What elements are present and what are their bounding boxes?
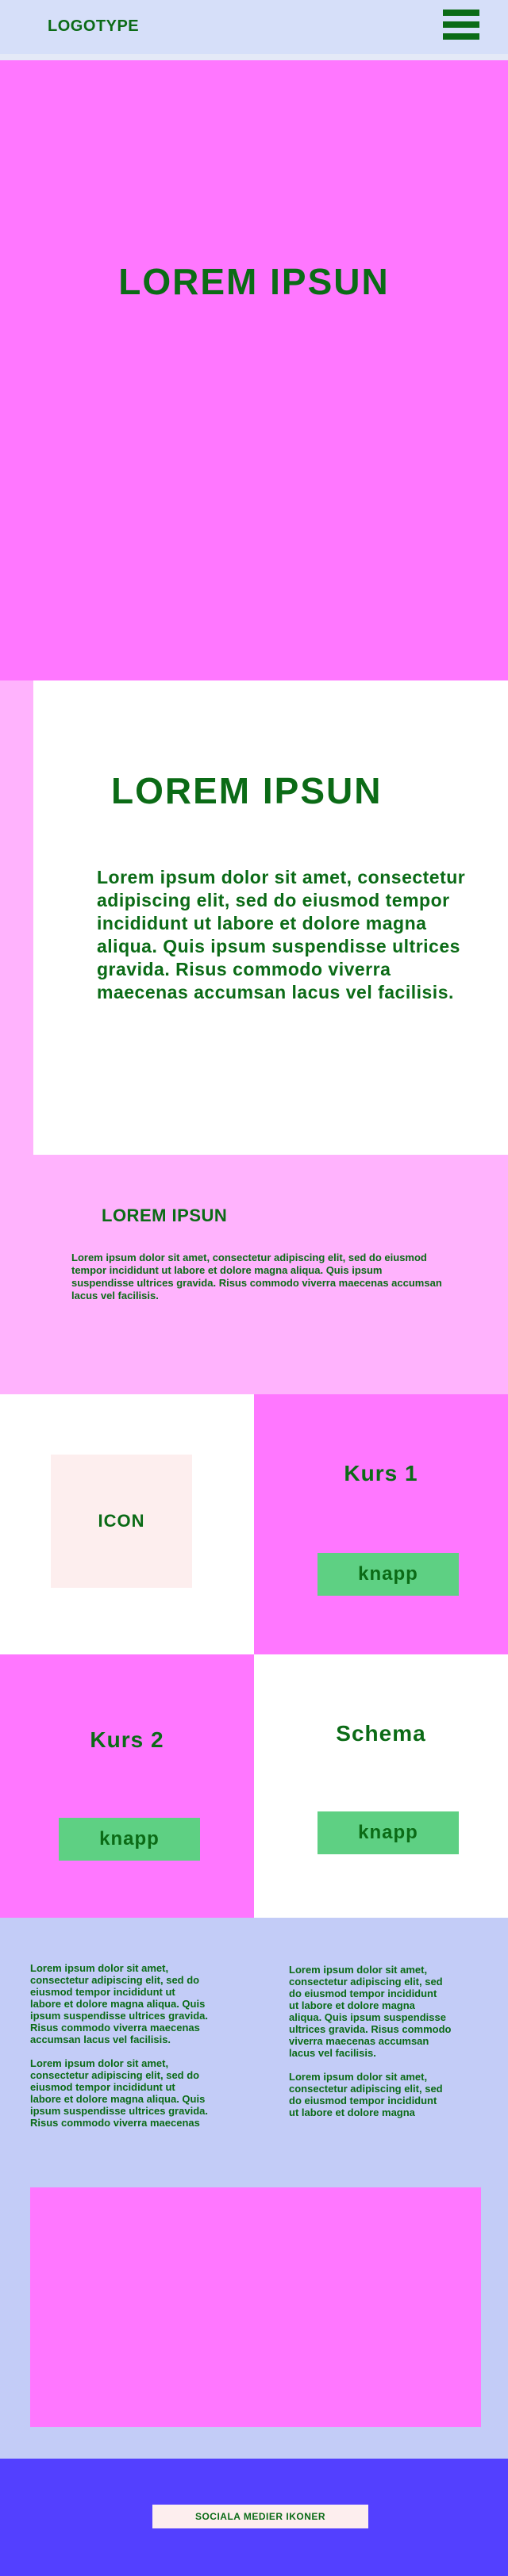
social-media-label: SOCIALA MEDIER IKONER (194, 2511, 326, 2522)
hero-banner (0, 60, 508, 680)
schema-title: Schema (336, 1721, 426, 1746)
intro-text: Lorem ipsum dolor sit amet, consectetur … (97, 867, 466, 1002)
icon-placeholder: ICON (51, 1455, 192, 1588)
kurs1-button[interactable]: knapp (318, 1553, 459, 1596)
schema-button[interactable]: knapp (318, 1811, 459, 1854)
kurs1-cell (254, 1394, 508, 1654)
schema-button-label: knapp (358, 1822, 418, 1843)
kurs2-title: Kurs 2 (90, 1727, 164, 1752)
intro-small-text: Lorem ipsum dolor sit amet, consectetur … (71, 1252, 442, 1301)
intro-title: LOREM IPSUN (111, 770, 383, 811)
kurs1-title: Kurs 1 (344, 1461, 418, 1485)
media-placeholder (30, 2187, 481, 2427)
social-media-icons[interactable]: SOCIALA MEDIER IKONER (152, 2505, 368, 2528)
icon-label: ICON (98, 1511, 145, 1531)
hero-title: LOREM IPSUN (118, 261, 390, 302)
menu-bar (443, 21, 479, 28)
header-divider (0, 54, 508, 60)
right-column-text: Lorem ipsum dolor sit amet, consectetur … (289, 1964, 452, 2118)
hamburger-menu-icon[interactable] (443, 10, 479, 41)
logo[interactable]: LOGOTYPE (48, 17, 139, 36)
left-column-text: Lorem ipsum dolor sit amet, consectetur … (30, 1962, 208, 2129)
intro-subtitle: LOREM IPSUN (102, 1206, 228, 1225)
kurs1-button-label: knapp (358, 1563, 418, 1585)
kurs2-button[interactable]: knapp (59, 1818, 200, 1861)
kurs2-button-label: knapp (99, 1828, 160, 1850)
kurs2-cell (0, 1654, 254, 1918)
menu-bar (443, 33, 479, 40)
schema-cell (254, 1654, 508, 1918)
menu-bar (443, 10, 479, 16)
footer-divider (0, 2457, 508, 2459)
